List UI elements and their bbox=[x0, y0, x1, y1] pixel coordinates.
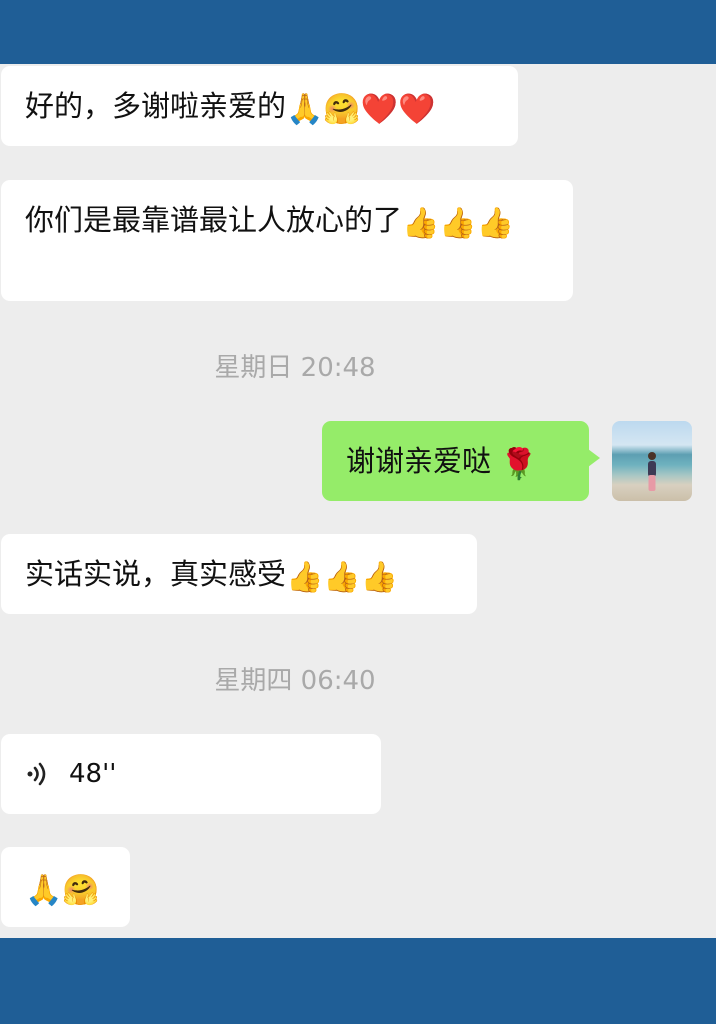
message-bubble[interactable]: 你们是最靠谱最让人放心的了👍👍👍 bbox=[1, 180, 573, 301]
message-bubble[interactable]: 实话实说，真实感受👍👍👍 bbox=[1, 534, 477, 614]
message-text: 谢谢亲爱哒 bbox=[346, 444, 492, 478]
timestamp: 星期四 06:40 bbox=[214, 666, 376, 696]
voice-wave-icon bbox=[27, 762, 46, 786]
bottom-bar bbox=[0, 938, 716, 1024]
message-text: 好的，多谢啦亲爱的 bbox=[25, 89, 287, 123]
emoji-sequence: 🌹 bbox=[500, 447, 538, 482]
message-bubble[interactable]: 🙏🤗 bbox=[1, 847, 130, 927]
voice-duration: 48'' bbox=[69, 759, 117, 789]
outgoing-message-bubble[interactable]: 谢谢亲爱哒 🌹 bbox=[322, 421, 600, 501]
emoji-sequence: 🙏🤗❤️❤️ bbox=[286, 92, 436, 127]
emoji-sequence: 🙏🤗 bbox=[25, 873, 100, 908]
message-text: 你们是最靠谱最让人放心的了 bbox=[25, 203, 403, 237]
message-text: 实话实说，真实感受 bbox=[25, 557, 287, 591]
person-figure-icon bbox=[648, 452, 656, 491]
user-avatar[interactable] bbox=[612, 421, 692, 501]
emoji-sequence: 👍👍👍 bbox=[286, 560, 399, 595]
timestamp: 星期日 20:48 bbox=[214, 353, 376, 383]
emoji-sequence: 👍👍👍 bbox=[402, 206, 515, 241]
voice-message-bubble[interactable]: 48'' bbox=[1, 734, 381, 814]
top-header-bar bbox=[0, 0, 716, 64]
message-bubble[interactable]: 好的，多谢啦亲爱的🙏🤗❤️❤️ bbox=[1, 66, 518, 146]
